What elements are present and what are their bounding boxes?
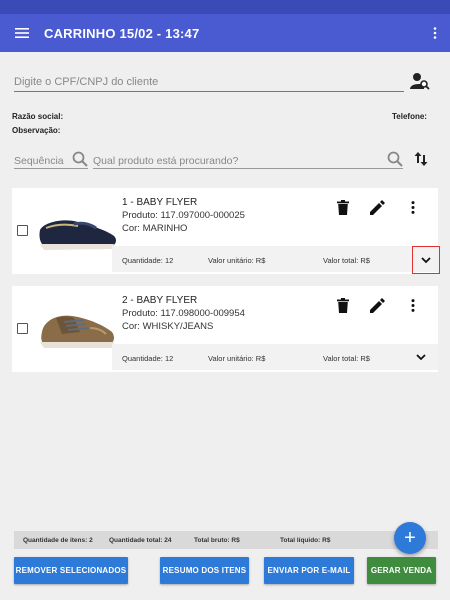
search-icon[interactable] [72,151,88,172]
item-unit-value: Valor unitário: R$ [208,256,266,265]
item-checkbox[interactable] [17,225,28,236]
expand-chevron-icon[interactable] [408,344,434,370]
item-title: 1 - BABY FLYER [122,197,198,208]
client-document-field[interactable] [14,72,404,92]
expand-chevron-icon[interactable] [412,246,440,274]
observacao-label: Observação: [12,126,61,135]
search-icon[interactable] [387,151,403,172]
item-color: Cor: WHISKY/JEANS [122,321,214,332]
person-search-icon[interactable] [410,72,432,94]
item-quantity: Quantidade: 12 [122,354,174,363]
item-checkbox[interactable] [17,323,28,334]
remove-selected-button[interactable]: REMOVER SELECIONADOS [14,557,128,584]
items-summary-button[interactable]: RESUMO DOS ITENS [160,557,249,584]
item-total-value: Valor total: R$ [323,256,370,265]
cart-totals-bar: Quantidade de itens: 2 Quantidade total:… [14,531,438,549]
generate-sale-button[interactable]: GERAR VENDA [367,557,436,584]
add-item-button[interactable]: + [394,522,426,554]
total-gross: Total bruto: R$ [194,537,240,544]
item-unit-value: Valor unitário: R$ [208,354,266,363]
product-search-field[interactable] [93,151,403,169]
delete-icon[interactable] [325,196,360,218]
swap-vert-icon[interactable] [414,151,428,172]
more-vert-icon[interactable] [395,294,430,316]
item-title: 2 - BABY FLYER [122,295,198,306]
cart-item-card[interactable]: 1 - BABY FLYER Produto: 117.097000-00002… [12,188,440,274]
item-product-code: Produto: 117.097000-000025 [122,210,245,221]
app-bar: CARRINHO 15/02 - 13:47 [0,14,450,52]
more-vert-icon[interactable] [395,196,430,218]
item-total-value: Valor total: R$ [323,354,370,363]
total-net: Total líquido: R$ [280,537,331,544]
telefone-label: Telefone: [392,112,427,121]
cart-item-card[interactable]: 2 - BABY FLYER Produto: 117.098000-00995… [12,286,438,372]
item-color: Cor: MARINHO [122,223,188,234]
total-items: Quantidade de itens: 2 [23,537,93,544]
item-summary-bar: Quantidade: 12 Valor unitário: R$ Valor … [112,246,440,274]
more-vert-icon[interactable] [420,27,450,39]
product-search-input[interactable] [93,155,403,167]
item-quantity: Quantidade: 12 [122,256,174,265]
total-quantity: Quantidade total: 24 [109,537,172,544]
product-image [34,200,120,256]
menu-icon[interactable] [0,27,44,39]
item-product-code: Produto: 117.098000-009954 [122,308,245,319]
edit-icon[interactable] [360,294,395,316]
status-bar [0,0,450,14]
page-title: CARRINHO 15/02 - 13:47 [44,25,200,41]
plus-icon: + [404,526,416,549]
item-summary-bar: Quantidade: 12 Valor unitário: R$ Valor … [112,344,438,370]
send-email-button[interactable]: ENVIAR POR E-MAIL [264,557,354,584]
client-document-input[interactable] [14,76,404,88]
edit-icon[interactable] [360,196,395,218]
sequence-field[interactable] [14,151,88,169]
delete-icon[interactable] [325,294,360,316]
product-image [34,298,120,354]
razao-social-label: Razão social: [12,112,64,121]
